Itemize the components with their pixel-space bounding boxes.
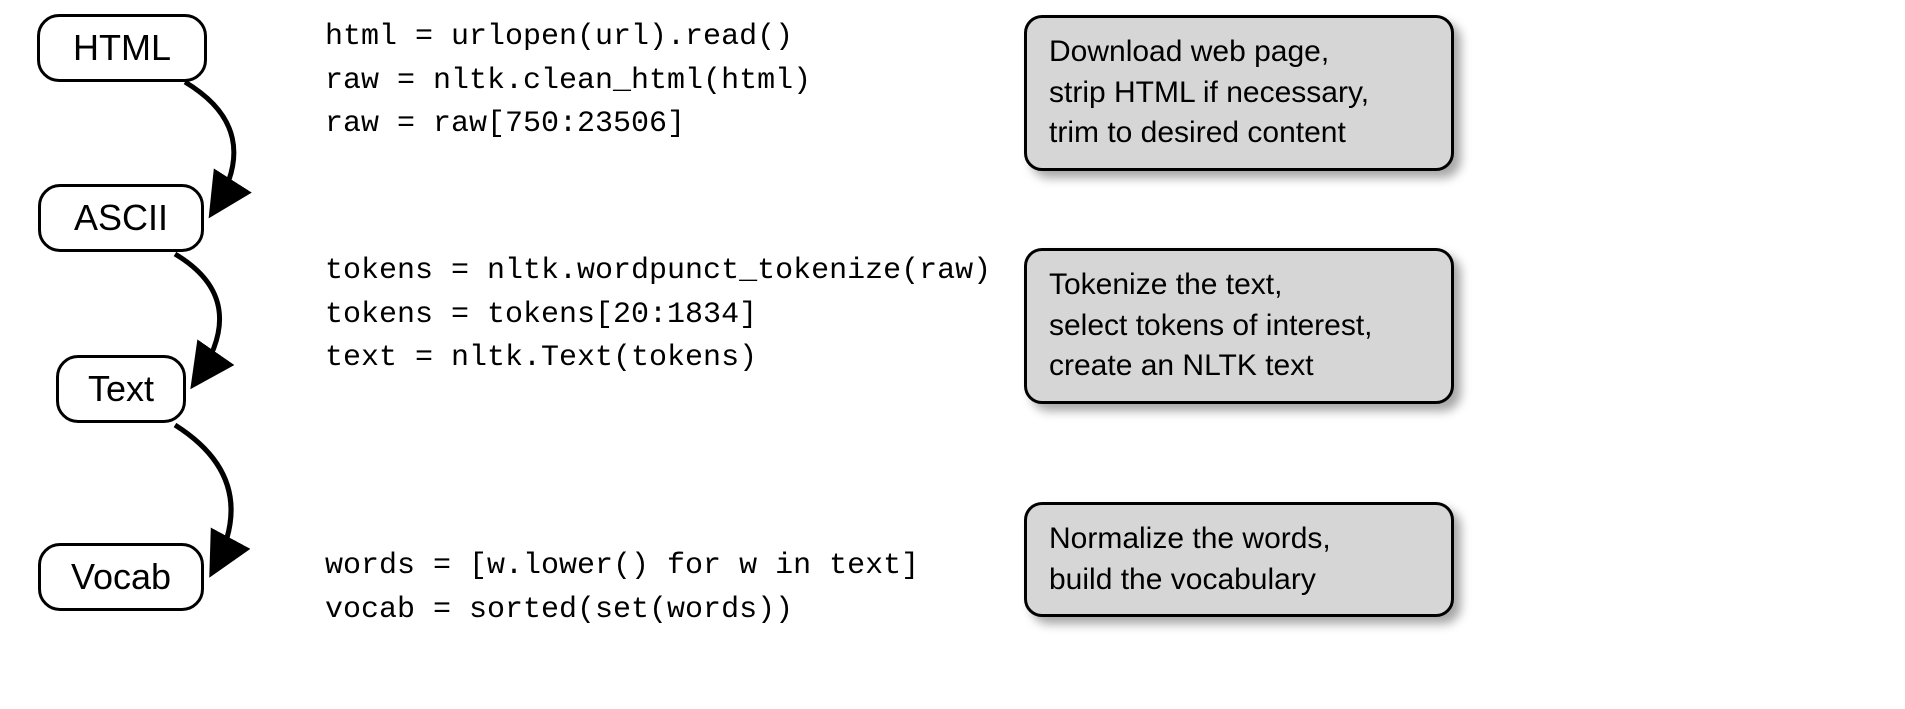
desc-box-tokenize-text: Tokenize the text, select tokens of inte… [1049,268,1373,382]
flow-node-vocab-label: Vocab [71,556,171,598]
flow-node-html-label: HTML [73,27,171,69]
code-block-normalize: words = [w.lower() for w in text] vocab … [325,545,919,632]
desc-box-normalize-text: Normalize the words, build the vocabular… [1049,522,1331,596]
code-block-download: html = urlopen(url).read() raw = nltk.cl… [325,16,811,147]
flow-node-ascii-label: ASCII [74,197,168,239]
flow-node-text-label: Text [88,368,154,410]
code-block-tokenize: tokens = nltk.wordpunct_tokenize(raw) to… [325,250,991,381]
desc-box-download-text: Download web page, strip HTML if necessa… [1049,35,1369,149]
desc-box-download: Download web page, strip HTML if necessa… [1024,15,1454,171]
flow-node-vocab: Vocab [38,543,204,611]
flow-node-ascii: ASCII [38,184,204,252]
desc-box-tokenize: Tokenize the text, select tokens of inte… [1024,248,1454,404]
flow-node-text: Text [56,355,186,423]
desc-box-normalize: Normalize the words, build the vocabular… [1024,502,1454,617]
arrow-ascii-text [175,254,220,381]
flow-node-html: HTML [37,14,207,82]
